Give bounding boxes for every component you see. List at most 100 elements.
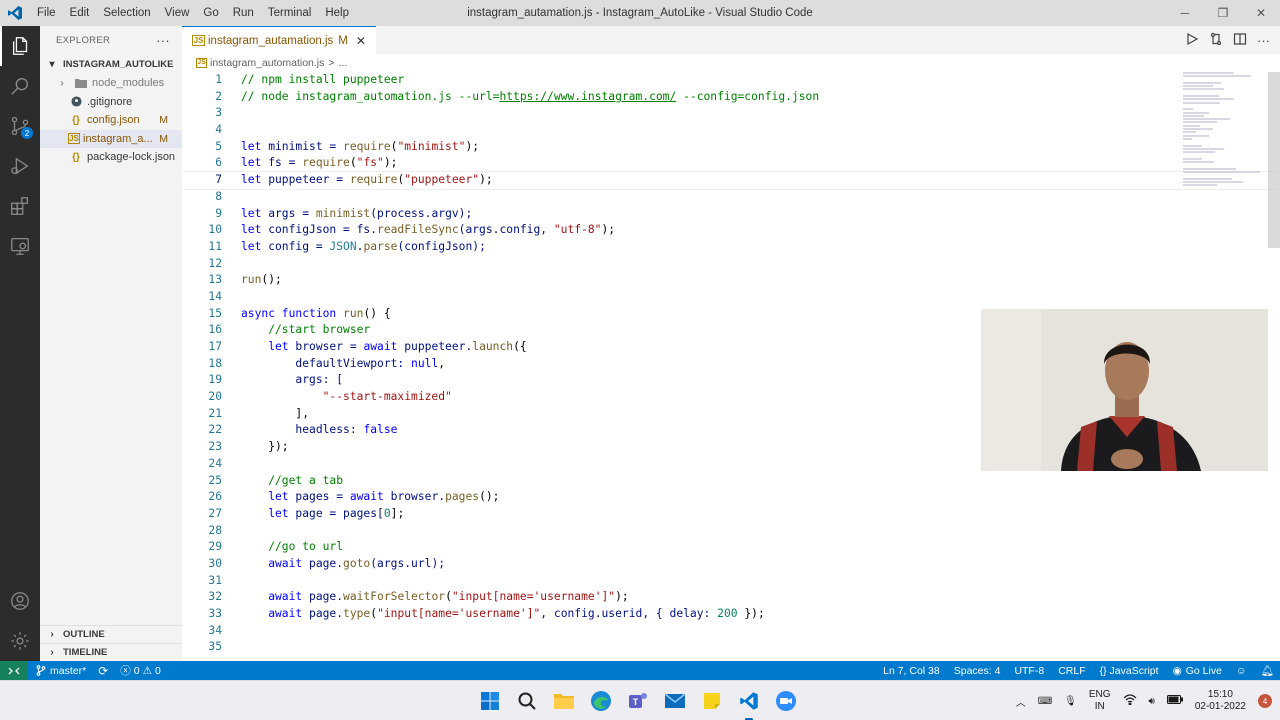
microphone-icon[interactable]: 🎙︎ <box>1064 696 1077 707</box>
windows-start-icon[interactable] <box>478 689 502 713</box>
git-branch[interactable]: master* <box>36 665 86 677</box>
zoom-icon[interactable] <box>774 689 798 713</box>
code-token: readFileSync <box>377 223 459 237</box>
code-token: let <box>241 506 289 520</box>
tree-item-label: config.json <box>87 114 140 127</box>
minimap[interactable] <box>1183 72 1268 202</box>
go-live-button[interactable]: ◉ Go Live <box>1173 665 1222 677</box>
wifi-icon[interactable] <box>1123 694 1137 708</box>
language-mode[interactable]: {} JavaScript <box>1100 665 1159 677</box>
account-icon[interactable] <box>0 581 40 621</box>
code-token: page = pages[ <box>288 506 384 520</box>
line-ending[interactable]: CRLF <box>1058 665 1085 677</box>
tree-item-gitignore[interactable]: .gitignore <box>40 93 182 112</box>
editor-scrollbar[interactable] <box>1268 72 1280 248</box>
search-icon[interactable] <box>0 66 40 106</box>
code-token: minimist = <box>261 139 344 153</box>
manage-gear-icon[interactable] <box>0 621 40 661</box>
restore-button[interactable]: ❐ <box>1204 0 1242 26</box>
edge-icon[interactable] <box>589 689 613 713</box>
split-editor-icon[interactable] <box>1233 32 1247 49</box>
breadcrumb-file[interactable]: instagram_automation.js <box>210 57 324 69</box>
encoding[interactable]: UTF-8 <box>1014 665 1044 677</box>
code-token: false <box>363 423 398 437</box>
tree-item-config-json[interactable]: {} config.json M <box>40 111 182 130</box>
workspace-folder[interactable]: ▾ INSTAGRAM_AUTOLIKE <box>40 54 182 74</box>
menu-file[interactable]: File <box>30 0 63 26</box>
run-debug-icon[interactable] <box>0 146 40 186</box>
code-token: //start browser <box>241 323 371 337</box>
menu-run[interactable]: Run <box>226 0 261 26</box>
line-number: 18 <box>208 356 222 370</box>
breadcrumb-separator: > <box>328 57 335 69</box>
line-number: 25 <box>208 473 222 487</box>
remote-explorer-icon[interactable] <box>0 226 40 266</box>
cursor-position[interactable]: Ln 7, Col 38 <box>883 665 940 677</box>
line-number: 11 <box>208 239 222 253</box>
tree-item-package-lock[interactable]: {} package-lock.json <box>40 148 182 167</box>
extensions-icon[interactable] <box>0 186 40 226</box>
code-token: ); <box>479 173 493 187</box>
code-token: // npm install puppeteer <box>241 73 405 86</box>
tree-item-instagram-automation[interactable]: JS instagram_a... M <box>40 129 182 148</box>
close-window-button[interactable]: ✕ <box>1242 0 1280 26</box>
menu-help[interactable]: Help <box>318 0 356 26</box>
menu-view[interactable]: View <box>158 0 197 26</box>
code-token: --config=config.json <box>676 89 820 103</box>
breadcrumb-symbol[interactable]: ... <box>339 57 348 69</box>
keyboard-icon[interactable]: ⌨ <box>1038 696 1052 707</box>
menu-terminal[interactable]: Terminal <box>261 0 318 26</box>
explorer-icon[interactable] <box>0 26 40 66</box>
line-number: 14 <box>208 289 222 303</box>
code-token: let <box>241 173 262 187</box>
mail-icon[interactable] <box>663 689 687 713</box>
clock[interactable]: 15:10 02-01-2022 <box>1195 689 1246 713</box>
line-number: 15 <box>208 306 222 320</box>
code-token: headless: <box>241 423 364 437</box>
line-number: 16 <box>208 323 222 337</box>
chevron-up-icon[interactable]: ︿ <box>1016 694 1026 709</box>
more-actions-icon[interactable]: ··· <box>1257 33 1270 48</box>
title-bar: File Edit Selection View Go Run Terminal… <box>0 0 1280 26</box>
explorer-more-button[interactable]: ··· <box>156 33 170 48</box>
input-language[interactable]: ENG IN <box>1089 689 1111 713</box>
indentation[interactable]: Spaces: 4 <box>954 665 1001 677</box>
code-link[interactable]: https://www.instagram.com/ <box>499 90 676 103</box>
chevron-right-icon: › <box>60 77 64 89</box>
battery-icon[interactable] <box>1166 695 1183 707</box>
modified-indicator: M <box>159 114 168 127</box>
teams-icon[interactable]: T <box>626 689 650 713</box>
sticky-notes-icon[interactable] <box>700 689 724 713</box>
feedback-icon[interactable]: ☺ <box>1236 665 1247 677</box>
compare-changes-icon[interactable] <box>1209 32 1223 49</box>
volume-icon[interactable]: 🔊︎ <box>1149 696 1155 707</box>
source-control-icon[interactable]: 2 <box>0 106 40 146</box>
file-explorer-icon[interactable] <box>552 689 576 713</box>
code-token: ( <box>445 590 452 604</box>
tree-item-node-modules[interactable]: › node_modules <box>40 74 182 93</box>
outline-section[interactable]: › OUTLINE <box>40 625 182 643</box>
tree-item-label: instagram_a... <box>83 132 153 145</box>
vscode-icon[interactable] <box>737 689 761 720</box>
notifications-bell-icon[interactable]: 🔔︎ <box>1261 664 1274 677</box>
notification-badge[interactable]: 4 <box>1258 694 1272 708</box>
run-file-icon[interactable] <box>1185 32 1199 49</box>
close-tab-icon[interactable]: ✕ <box>356 34 366 48</box>
presenter-video-frame <box>981 309 1268 471</box>
search-icon[interactable] <box>515 689 539 713</box>
code-token: args: [ <box>241 373 344 387</box>
menu-selection[interactable]: Selection <box>96 0 157 26</box>
menu-go[interactable]: Go <box>196 0 225 26</box>
code-token: (args.config, <box>458 223 554 237</box>
code-token: "puppeteer" <box>404 173 480 187</box>
tab-instagram-automation[interactable]: JS instagram_autamation.js M ✕ <box>182 26 376 54</box>
code-token: }); <box>241 440 289 454</box>
remote-indicator[interactable] <box>0 661 28 680</box>
minimize-button[interactable]: ─ <box>1166 0 1204 26</box>
code-token: require <box>302 156 350 170</box>
menu-edit[interactable]: Edit <box>63 0 97 26</box>
timeline-section[interactable]: › TIMELINE <box>40 643 182 661</box>
problems-indicator[interactable]: ⓧ 0 ⚠ 0 <box>120 663 161 678</box>
sync-icon[interactable]: ⟳ <box>98 664 108 678</box>
workspace-folder-label: INSTAGRAM_AUTOLIKE <box>63 58 174 70</box>
